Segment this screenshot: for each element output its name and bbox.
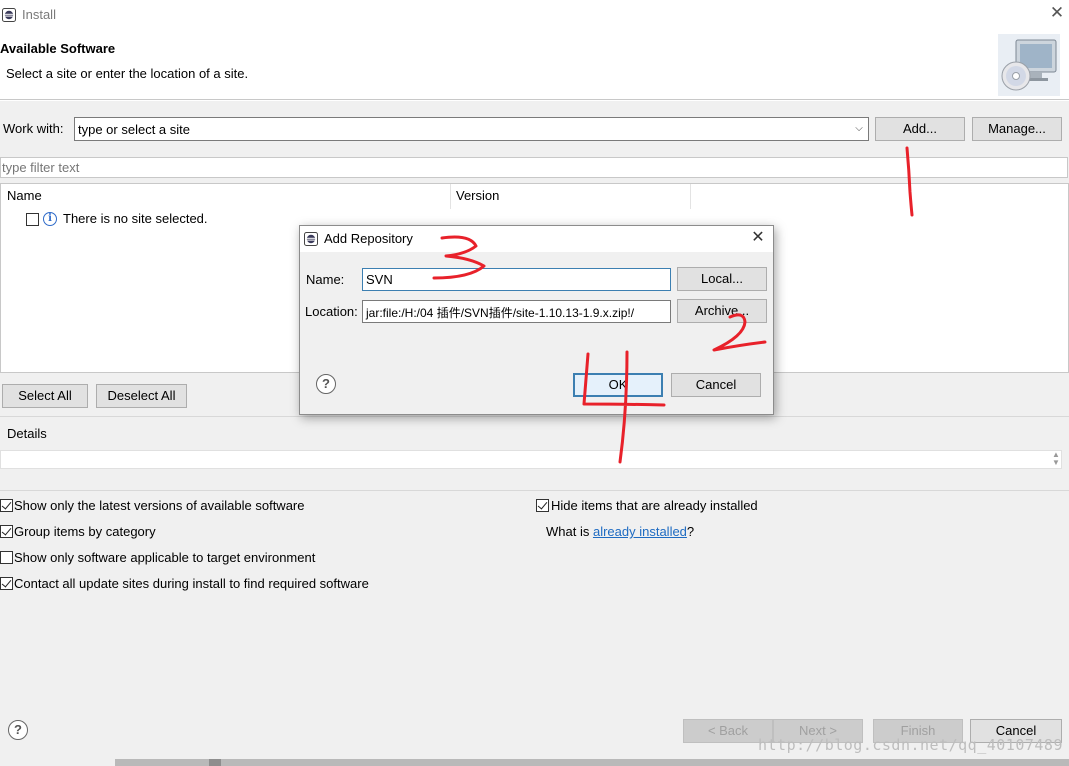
latest-versions-label[interactable]: Show only the latest versions of availab… <box>14 498 305 513</box>
manage-sites-button[interactable]: Manage... <box>972 117 1062 141</box>
group-by-category-checkbox[interactable] <box>0 525 13 538</box>
page-description: Select a site or enter the location of a… <box>6 66 249 81</box>
details-label: Details <box>7 426 47 441</box>
column-header-name[interactable]: Name <box>7 188 42 203</box>
help-icon[interactable]: ? <box>316 374 336 394</box>
contact-sites-label[interactable]: Contact all update sites during install … <box>14 576 369 591</box>
window-titlebar: Install ✕ <box>0 0 1069 30</box>
dialog-close-icon[interactable]: ✕ <box>750 229 766 247</box>
separator <box>0 416 1069 417</box>
dialog-cancel-button[interactable]: Cancel <box>671 373 761 397</box>
window-title: Install <box>22 7 56 22</box>
repo-name-input[interactable]: SVN <box>362 268 671 291</box>
page-title: Available Software <box>0 41 116 56</box>
column-divider[interactable] <box>690 184 691 209</box>
hide-installed-label[interactable]: Hide items that are already installed <box>551 498 758 513</box>
eclipse-app-icon <box>304 232 318 246</box>
eclipse-app-icon <box>2 8 16 22</box>
what-is-suffix: ? <box>686 524 695 539</box>
watermark-text: http://blog.csdn.net/qq_40107489 <box>758 736 1063 754</box>
repo-name-value: SVN <box>366 272 393 287</box>
dialog-titlebar: Add Repository ✕ <box>300 226 773 252</box>
tree-row-label: There is no site selected. <box>63 211 208 226</box>
repo-location-input[interactable]: jar:file:/H:/04 插件/SVN插件/site-1.10.13-1.… <box>362 300 671 323</box>
group-by-category-label[interactable]: Group items by category <box>14 524 156 539</box>
wizard-header: Available Software Select a site or ente… <box>0 30 1069 100</box>
work-with-combo[interactable]: type or select a site ⌵ <box>74 117 869 141</box>
dialog-title: Add Repository <box>324 231 413 246</box>
what-is-installed-text: What is already installed? <box>546 524 694 539</box>
work-with-label: Work with: <box>3 121 64 136</box>
install-cd-monitor-icon <box>998 34 1060 96</box>
bottom-shadow-strip <box>115 759 1069 766</box>
filter-input[interactable]: type filter text <box>0 157 1068 178</box>
window-close-icon[interactable]: ✕ <box>1049 4 1065 22</box>
latest-versions-checkbox[interactable] <box>0 499 13 512</box>
scroll-arrows-icon[interactable]: ▲ ▼ <box>1052 451 1060 467</box>
info-icon: i <box>43 212 57 226</box>
select-all-button[interactable]: Select All <box>2 384 88 408</box>
hide-installed-checkbox[interactable] <box>536 499 549 512</box>
add-repository-dialog: Add Repository ✕ Name: SVN Local... Loca… <box>299 225 774 415</box>
deselect-all-button[interactable]: Deselect All <box>96 384 187 408</box>
filter-placeholder: type filter text <box>2 160 80 175</box>
contact-sites-checkbox[interactable] <box>0 577 13 590</box>
what-is-prefix: What is <box>546 524 593 539</box>
column-divider[interactable] <box>450 184 451 209</box>
local-button[interactable]: Local... <box>677 267 767 291</box>
details-text-area[interactable] <box>0 450 1062 469</box>
help-icon[interactable]: ? <box>8 720 28 740</box>
archive-button[interactable]: Archive... <box>677 299 767 323</box>
repo-name-label: Name: <box>306 272 345 287</box>
work-with-value: type or select a site <box>78 122 190 137</box>
repo-location-value: jar:file:/H:/04 插件/SVN插件/site-1.10.13-1.… <box>366 306 635 320</box>
already-installed-link[interactable]: already installed <box>593 524 687 539</box>
chevron-down-icon[interactable]: ⌵ <box>852 121 866 137</box>
tree-row-checkbox[interactable] <box>26 213 39 226</box>
add-site-button[interactable]: Add... <box>875 117 965 141</box>
target-env-checkbox[interactable] <box>0 551 13 564</box>
column-header-version[interactable]: Version <box>456 188 499 203</box>
repo-location-label: Location: <box>305 304 358 319</box>
ok-button[interactable]: OK <box>573 373 663 397</box>
separator <box>0 490 1069 491</box>
bottom-strip-marker <box>209 759 221 766</box>
target-env-label[interactable]: Show only software applicable to target … <box>14 550 315 565</box>
